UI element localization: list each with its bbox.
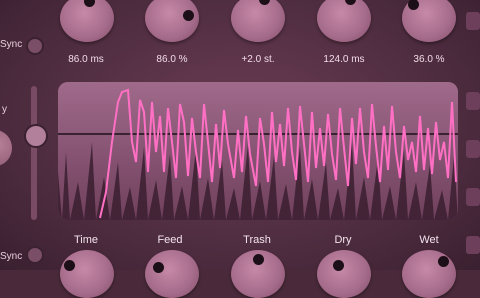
knob-indicator (84, 0, 95, 7)
trash-knob[interactable] (231, 250, 285, 298)
plugin-panel: 86.0 ms 86.0 % +2.0 st. 124.0 ms 36.0 % … (0, 0, 480, 298)
label-wet: Wet (419, 234, 439, 246)
wet-knob[interactable] (402, 250, 456, 298)
left-edge-knob[interactable] (0, 130, 12, 166)
sync-label-top: Sync (0, 39, 23, 50)
right-tab[interactable] (466, 12, 480, 30)
knob-indicator (259, 0, 270, 5)
waveform-graph (58, 82, 458, 220)
sync-button-top[interactable] (26, 37, 44, 55)
sync-button-bottom[interactable] (26, 246, 44, 264)
feed-knob-top[interactable] (145, 0, 199, 42)
label-trash: Trash (243, 234, 271, 246)
knob-indicator (408, 0, 419, 10)
right-tab[interactable] (466, 236, 480, 254)
vertical-slider-track[interactable] (31, 86, 37, 220)
wet-knob-top[interactable] (402, 0, 456, 42)
wet-value: 36.0 % (413, 54, 445, 65)
feed-value: 86.0 % (156, 54, 188, 65)
time-value: 86.0 ms (68, 54, 104, 65)
trash-value: +2.0 st. (241, 54, 275, 65)
knob-indicator (64, 260, 75, 271)
knob-indicator (183, 10, 194, 21)
knob-indicator (345, 0, 356, 5)
vertical-slider-thumb[interactable] (24, 124, 48, 148)
feed-knob[interactable] (145, 250, 199, 298)
dry-knob-top[interactable] (317, 0, 371, 42)
waveform-display (58, 82, 458, 220)
right-tab[interactable] (466, 188, 480, 206)
label-feed: Feed (157, 234, 183, 246)
knob-indicator (253, 254, 264, 265)
right-tab[interactable] (466, 92, 480, 110)
time-knob-top[interactable] (60, 0, 114, 42)
dry-knob[interactable] (317, 250, 371, 298)
right-tab[interactable] (466, 140, 480, 158)
label-dry: Dry (334, 234, 352, 246)
side-label-fragment: y (2, 104, 7, 115)
time-knob[interactable] (60, 250, 114, 298)
dry-value: 124.0 ms (323, 54, 365, 65)
sync-label-bottom: Sync (0, 251, 23, 262)
label-time: Time (73, 234, 99, 246)
trash-knob-top[interactable] (231, 0, 285, 42)
knob-indicator (438, 256, 449, 267)
knob-indicator (153, 262, 164, 273)
knob-indicator (333, 260, 344, 271)
